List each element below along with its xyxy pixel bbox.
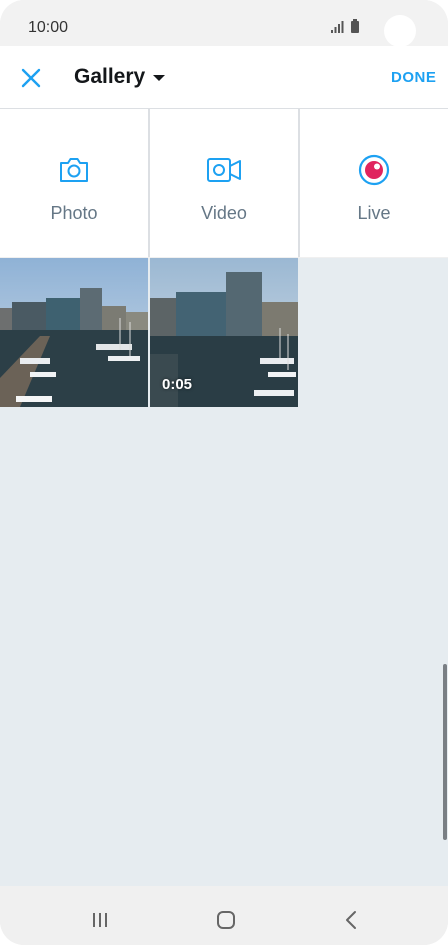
harbor-photo xyxy=(0,258,148,407)
caret-down-icon xyxy=(153,75,165,81)
signal-icon xyxy=(331,21,344,33)
media-thumbnail-video[interactable]: 0:05 xyxy=(150,258,298,407)
app-bar: Gallery DONE xyxy=(0,46,448,109)
back-icon xyxy=(346,911,356,929)
status-bar: 10:00 xyxy=(0,0,448,47)
live-tile[interactable]: Live xyxy=(300,109,448,257)
phone-screen: 10:00 Gallery DONE Photo Video Live 0:05 xyxy=(0,0,448,945)
photo-tile[interactable]: Photo xyxy=(0,109,148,257)
video-tile[interactable]: Video xyxy=(150,109,298,257)
close-button[interactable] xyxy=(16,63,46,93)
back-button[interactable] xyxy=(331,900,371,940)
status-time: 10:00 xyxy=(28,19,69,36)
capture-actions: Photo Video Live xyxy=(0,109,448,257)
close-icon xyxy=(21,68,41,88)
video-duration: 0:05 xyxy=(162,376,193,393)
media-thumbnail-photo[interactable] xyxy=(0,258,148,407)
recents-button[interactable] xyxy=(80,900,120,940)
recents-icon xyxy=(93,913,107,927)
battery-icon xyxy=(351,19,359,33)
live-label: Live xyxy=(357,203,391,223)
video-camera-icon xyxy=(207,158,241,182)
media-grid: 0:05 xyxy=(0,258,448,886)
scrollbar[interactable] xyxy=(443,664,447,840)
live-broadcast-icon xyxy=(358,154,390,186)
front-camera-cutout xyxy=(384,15,416,47)
done-button[interactable]: DONE xyxy=(391,69,436,86)
home-button[interactable] xyxy=(206,900,246,940)
home-icon xyxy=(217,911,235,929)
photo-label: Photo xyxy=(50,203,98,223)
video-label: Video xyxy=(201,203,247,223)
camera-icon xyxy=(60,158,88,182)
system-nav-bar xyxy=(0,886,448,945)
album-title: Gallery xyxy=(74,65,146,88)
